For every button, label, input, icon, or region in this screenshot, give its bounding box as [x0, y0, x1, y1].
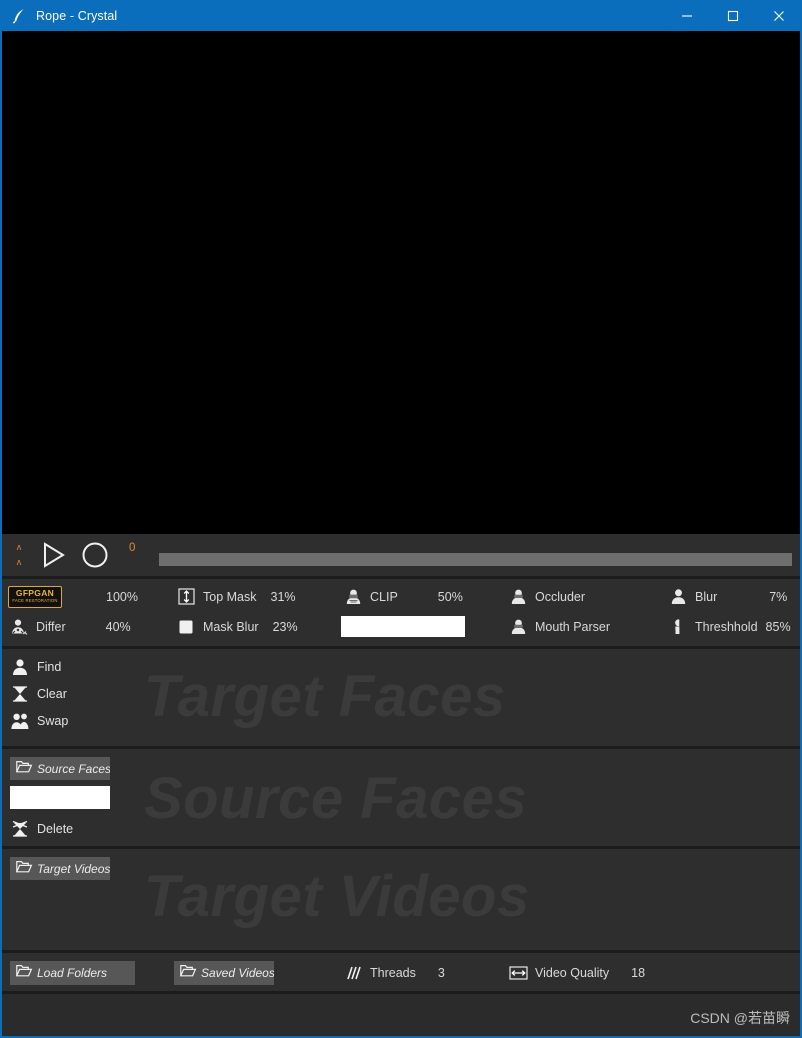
- feather-icon: [0, 8, 30, 24]
- person-icon: [507, 588, 529, 605]
- gfpgan-badge-subtitle: FACE RESTORATION: [12, 598, 58, 603]
- source-faces-folder-label: Source Faces: [37, 761, 110, 776]
- setting-clip[interactable]: CLIP 50%: [342, 582, 463, 611]
- clip-value[interactable]: 50%: [438, 590, 463, 604]
- record-icon[interactable]: [77, 540, 113, 570]
- target-videos-folder-label: Target Videos: [37, 861, 110, 876]
- square-icon: [175, 619, 197, 635]
- setting-threshhold[interactable]: Threshhold 85%: [667, 612, 791, 641]
- two-people-icon: [10, 712, 30, 730]
- folder-icon: [15, 760, 33, 778]
- gfpgan-badge[interactable]: GFPGAN FACE RESTORATION: [8, 585, 62, 608]
- watermark-text: CSDN @若苗瞬: [690, 1010, 790, 1026]
- folder-icon: [15, 860, 33, 878]
- mouth-parser-label: Mouth Parser: [535, 619, 611, 634]
- occluder-label: Occluder: [535, 589, 586, 604]
- playback-bar: ʌ ʌ 0: [2, 534, 800, 579]
- setting-blur[interactable]: Blur 7%: [667, 582, 787, 611]
- saved-videos-label: Saved Videos: [201, 966, 274, 980]
- find-button[interactable]: Find: [10, 657, 122, 677]
- target-faces-actions: Find Clear Swap: [2, 649, 122, 731]
- find-label: Find: [37, 660, 62, 674]
- setting-gfpgan[interactable]: GFPGAN FACE RESTORATION 100%: [2, 582, 138, 611]
- top-mask-value[interactable]: 31%: [271, 590, 296, 604]
- play-icon[interactable]: [35, 540, 71, 570]
- person-icon: [667, 588, 689, 605]
- differ-icon: [8, 618, 30, 636]
- half-person-icon: [667, 618, 689, 635]
- footer-area: CSDN @若苗瞬: [2, 994, 800, 1036]
- delete-button[interactable]: Delete: [10, 819, 122, 839]
- setting-occluder[interactable]: Occluder: [507, 582, 585, 611]
- person-mask-icon: [342, 588, 364, 605]
- load-folders-button[interactable]: Load Folders: [10, 961, 135, 985]
- maximize-button[interactable]: [710, 0, 756, 31]
- video-quality-label: Video Quality: [535, 966, 610, 980]
- target-videos-actions: Target Videos: [2, 849, 122, 880]
- swap-button[interactable]: Swap: [10, 711, 122, 731]
- video-quality-setting[interactable]: Video Quality 18: [507, 961, 645, 985]
- folder-icon: [179, 964, 197, 982]
- clip-text-input[interactable]: [341, 616, 465, 637]
- load-folders-label: Load Folders: [37, 966, 108, 980]
- video-quality-value[interactable]: 18: [631, 966, 645, 980]
- person-icon: [10, 658, 30, 676]
- minimize-button[interactable]: [664, 0, 710, 31]
- delete-label: Delete: [37, 822, 74, 836]
- clear-button[interactable]: Clear: [10, 684, 122, 704]
- timeline-slider[interactable]: [159, 552, 792, 566]
- speed-chevrons[interactable]: ʌ ʌ: [9, 535, 29, 575]
- threshhold-label: Threshhold: [695, 619, 758, 634]
- target-videos-folder-button[interactable]: Target Videos: [10, 857, 110, 880]
- gfpgan-badge-title: GFPGAN: [15, 588, 55, 598]
- chevron-up-icon-1[interactable]: ʌ: [17, 543, 22, 552]
- bottom-bar: Load Folders Saved Videos Threads 3 Vide…: [2, 953, 800, 994]
- blur-label: Blur: [695, 589, 718, 604]
- close-button[interactable]: [756, 0, 802, 31]
- settings-row-1: GFPGAN FACE RESTORATION 100% Top Mask 31…: [2, 582, 800, 611]
- app-window: Rope - Crystal ʌ ʌ 0 GFPGAN FACE RESTORA…: [0, 0, 802, 1038]
- title-bar: Rope - Crystal: [0, 0, 802, 31]
- window-title: Rope - Crystal: [36, 8, 118, 23]
- video-preview[interactable]: [2, 31, 800, 534]
- threads-value[interactable]: 3: [438, 966, 445, 980]
- differ-label: Differ: [36, 619, 66, 634]
- chevron-up-icon-2[interactable]: ʌ: [17, 558, 22, 567]
- setting-top-mask[interactable]: Top Mask 31%: [175, 582, 296, 611]
- source-faces-filter-input[interactable]: [10, 786, 110, 809]
- frame-number: 0: [129, 542, 136, 554]
- source-faces-panel[interactable]: Source Faces Source Faces Delete: [2, 749, 800, 849]
- mask-blur-label: Mask Blur: [203, 619, 259, 634]
- setting-differ[interactable]: Differ 40%: [8, 612, 131, 641]
- threads-label: Threads: [370, 966, 416, 980]
- clear-label: Clear: [37, 687, 67, 701]
- target-faces-ghost-label: Target Faces: [144, 664, 506, 729]
- settings-panel: GFPGAN FACE RESTORATION 100% Top Mask 31…: [2, 579, 800, 649]
- threshhold-value[interactable]: 85%: [766, 620, 791, 634]
- target-videos-panel[interactable]: Target Videos Target Videos: [2, 849, 800, 953]
- saved-videos-button[interactable]: Saved Videos: [174, 961, 274, 985]
- vertical-arrows-icon: [175, 588, 197, 605]
- setting-mask-blur[interactable]: Mask Blur 23%: [175, 612, 298, 641]
- source-faces-actions: Source Faces Delete: [2, 749, 122, 839]
- threads-setting[interactable]: Threads 3: [342, 961, 445, 985]
- clip-label: CLIP: [370, 589, 398, 604]
- gfpgan-value[interactable]: 100%: [106, 590, 138, 604]
- target-videos-ghost-label: Target Videos: [144, 864, 530, 929]
- folder-icon: [15, 964, 33, 982]
- threads-icon: [342, 965, 364, 981]
- setting-mouth-parser[interactable]: Mouth Parser: [507, 612, 610, 641]
- source-faces-folder-button[interactable]: Source Faces: [10, 757, 110, 780]
- swap-label: Swap: [37, 714, 69, 728]
- person-icon: [507, 618, 529, 635]
- mask-blur-value[interactable]: 23%: [273, 620, 298, 634]
- horizontal-arrows-icon: [507, 965, 529, 981]
- source-faces-ghost-label: Source Faces: [144, 766, 528, 831]
- crossed-hourglass-icon: [10, 820, 30, 838]
- hourglass-icon: [10, 685, 30, 703]
- target-faces-panel[interactable]: Target Faces Find Clear Swap: [2, 649, 800, 749]
- top-mask-label: Top Mask: [203, 589, 257, 604]
- blur-value[interactable]: 7%: [769, 590, 787, 604]
- differ-value[interactable]: 40%: [106, 620, 131, 634]
